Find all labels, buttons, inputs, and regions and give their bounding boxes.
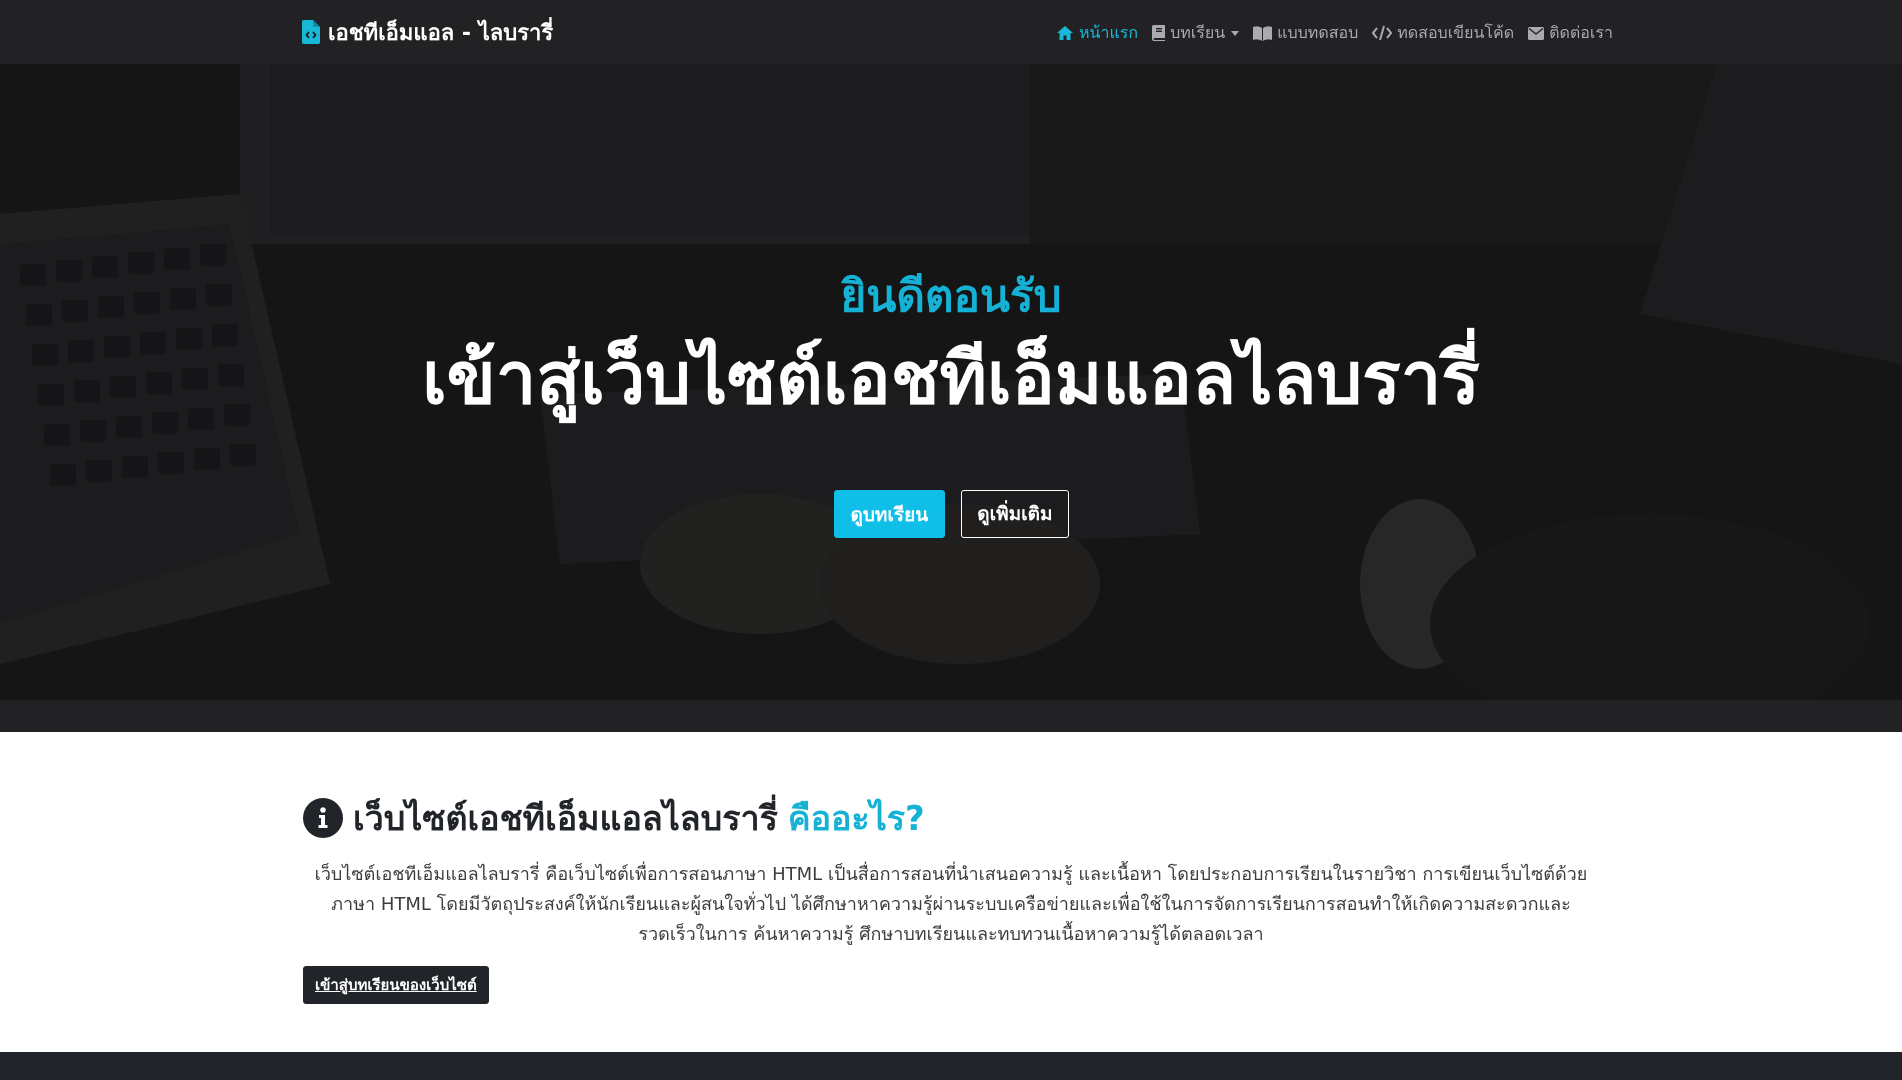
hero-buttons: ดูบทเรียน ดูเพิ่มเติม bbox=[0, 490, 1902, 538]
brand-label: เอชทีเอ็มแอล - ไลบรารี่ bbox=[328, 20, 554, 46]
section-divider bbox=[0, 700, 1902, 732]
footer bbox=[0, 1052, 1902, 1080]
info-circle-icon bbox=[303, 798, 343, 838]
nav-item-label: ติดต่อเรา bbox=[1549, 22, 1613, 42]
nav-item-code-test[interactable]: ทดสอบเขียนโค้ด bbox=[1372, 21, 1514, 46]
book-icon bbox=[1152, 25, 1166, 41]
main-nav: หน้าแรก บทเรียน แบบทดสอบ ทดสอบเขียนโค้ด bbox=[1056, 20, 1613, 46]
about-heading-text: เว็บไซต์เอชทีเอ็มแอลไลบรารี่ bbox=[353, 799, 778, 839]
hero-subtitle: ยินดีตอนรับ bbox=[840, 271, 1062, 322]
file-code-icon bbox=[302, 20, 320, 44]
code-icon bbox=[1372, 25, 1393, 41]
about-description: เว็บไซต์เอชทีเอ็มแอลไลบรารี่ คือเว็บไซต์… bbox=[314, 864, 1588, 945]
nav-item-home[interactable]: หน้าแรก bbox=[1056, 21, 1138, 46]
hero-title: เข้าสู่เว็บไซต์เอชทีเอ็มแอลไลบรารี่ bbox=[422, 336, 1480, 420]
about-heading: เว็บไซต์เอชทีเอ็มแอลไลบรารี่ คืออะไร? bbox=[303, 794, 925, 842]
nav-item-quiz[interactable]: แบบทดสอบ bbox=[1253, 21, 1358, 46]
brand-link[interactable]: เอชทีเอ็มแอล - ไลบรารี่ bbox=[302, 18, 553, 46]
nav-item-contact[interactable]: ติดต่อเรา bbox=[1528, 21, 1613, 46]
nav-item-lessons[interactable]: บทเรียน bbox=[1152, 21, 1240, 46]
hero-section: ยินดีตอนรับ เข้าสู่เว็บไซต์เอชทีเอ็มแอลไ… bbox=[0, 64, 1902, 700]
about-section: เว็บไซต์เอชทีเอ็มแอลไลบรารี่ คืออะไร? เว… bbox=[0, 732, 1902, 1052]
nav-item-label: หน้าแรก bbox=[1079, 22, 1139, 42]
nav-item-label: บทเรียน bbox=[1170, 22, 1226, 42]
navbar: เอชทีเอ็มแอล - ไลบรารี่ หน้าแรก บทเรียน … bbox=[0, 0, 1902, 64]
nav-item-label: แบบทดสอบ bbox=[1277, 22, 1359, 42]
view-lessons-button[interactable]: ดูบทเรียน bbox=[833, 490, 946, 538]
chevron-down-icon bbox=[1231, 30, 1240, 36]
view-more-button[interactable]: ดูเพิ่มเติม bbox=[961, 490, 1069, 538]
open-book-icon bbox=[1253, 25, 1273, 41]
about-heading-accent: คืออะไร? bbox=[787, 799, 925, 839]
envelope-icon bbox=[1528, 26, 1545, 40]
hero-content: ยินดีตอนรับ เข้าสู่เว็บไซต์เอชทีเอ็มแอลไ… bbox=[0, 64, 1902, 700]
nav-item-label: ทดสอบเขียนโค้ด bbox=[1397, 22, 1515, 42]
enter-lessons-button[interactable]: เข้าสู่บทเรียนของเว็บไซต์ bbox=[303, 966, 489, 1004]
home-icon bbox=[1056, 25, 1074, 41]
